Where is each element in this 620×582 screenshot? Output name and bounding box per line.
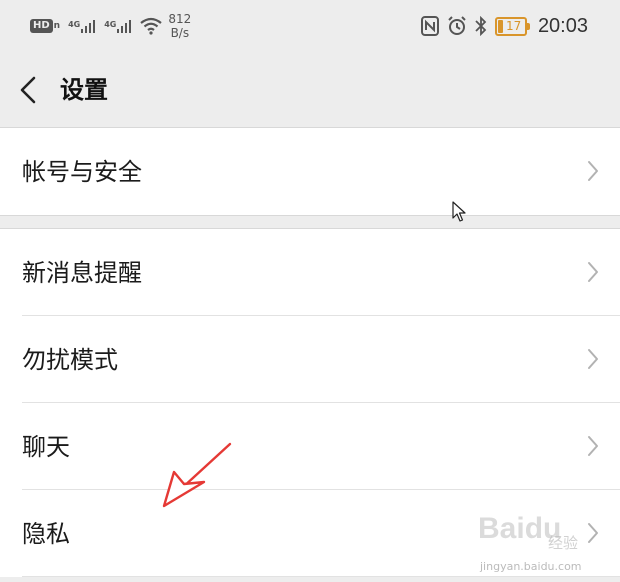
row-label: 隐私	[22, 519, 70, 548]
speed-value: 812	[168, 12, 192, 26]
signal-bars-icon	[81, 20, 96, 33]
status-time: 20:03	[537, 14, 588, 37]
divider	[0, 215, 620, 216]
row-label: 勿扰模式	[22, 345, 118, 374]
row-label: 聊天	[22, 432, 70, 461]
row-label: 新消息提醒	[22, 258, 142, 287]
signal-bars-icon	[117, 20, 132, 33]
bluetooth-icon	[475, 16, 487, 36]
speed-unit: B/s	[170, 26, 190, 40]
nfc-icon	[420, 16, 439, 36]
chevron-left-icon	[20, 76, 36, 104]
signal-1-label: 4G	[68, 20, 81, 29]
settings-row-do-not-disturb[interactable]: 勿扰模式	[0, 316, 620, 403]
watermark-url: jingyan.baidu.com	[480, 560, 582, 573]
hd-badge: HD	[30, 19, 53, 33]
signal-2-label: 4G	[104, 20, 117, 29]
signal-2: 4G	[104, 18, 132, 34]
battery-level: 17	[505, 18, 522, 33]
settings-row-new-message-alerts[interactable]: 新消息提醒	[0, 229, 620, 316]
status-left: HD n 4G 4G 812 B/s	[30, 10, 191, 42]
hd-sub: n	[53, 21, 61, 31]
status-right: 17 20:03	[413, 10, 588, 42]
mouse-cursor-icon	[452, 201, 466, 222]
watermark: Baidu 经验 jingyan.baidu.com	[478, 512, 614, 578]
battery-icon: 17	[494, 16, 530, 36]
watermark-cn: 经验	[548, 534, 579, 552]
back-button[interactable]	[12, 70, 44, 110]
annotation-arrow-icon	[162, 442, 232, 508]
chevron-right-icon	[588, 349, 598, 369]
network-speed: 812 B/s	[168, 12, 191, 40]
settings-row-chat[interactable]: 聊天	[0, 403, 620, 490]
page-title: 设置	[60, 76, 108, 104]
chevron-right-icon	[588, 262, 598, 282]
row-label: 帐号与安全	[22, 157, 142, 186]
settings-row-account-security[interactable]: 帐号与安全	[0, 128, 620, 215]
chevron-right-icon	[588, 436, 598, 456]
wifi-icon	[140, 17, 163, 35]
nav-bar: 设置	[0, 52, 620, 128]
alarm-clock-icon	[447, 16, 467, 36]
status-bar: HD n 4G 4G 812 B/s 17 20:03	[0, 0, 620, 52]
chevron-right-icon	[588, 161, 598, 181]
settings-section-account: 帐号与安全	[0, 128, 620, 215]
signal-1: 4G	[68, 18, 96, 34]
